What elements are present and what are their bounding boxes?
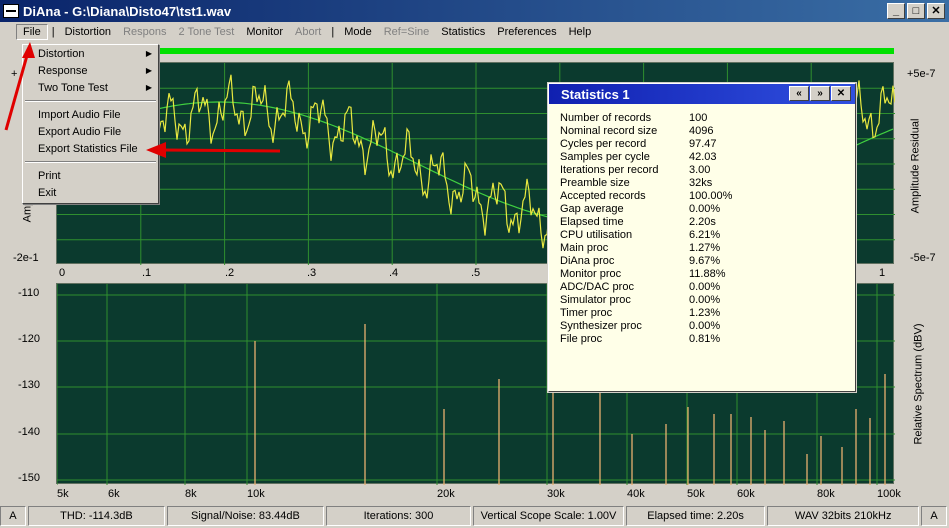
- annotation-arrows: [4, 42, 281, 158]
- red-arrow-to-export-statistics: [146, 142, 281, 158]
- red-arrow-to-file-menu: [4, 42, 35, 131]
